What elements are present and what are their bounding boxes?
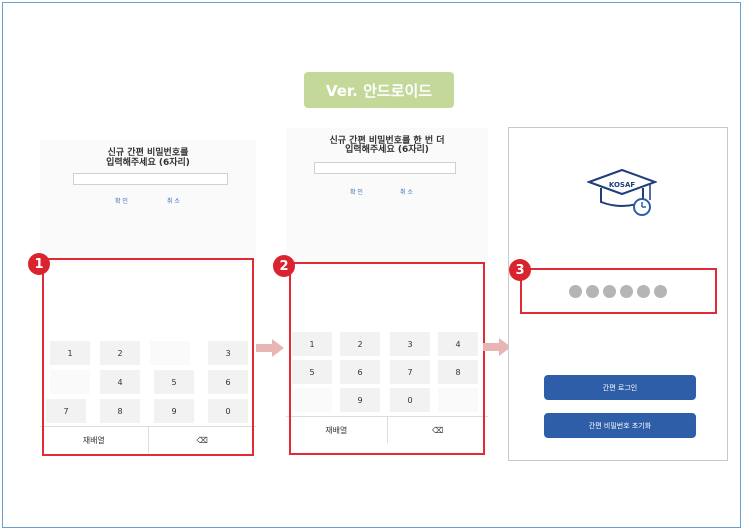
kosaf-logo-icon: KOSAF (587, 168, 657, 216)
cancel-button[interactable]: 취 소 (167, 196, 180, 205)
prompt-line-2: 입력해주세요 (6자리) (106, 158, 190, 168)
step-marker-1: 1 (28, 253, 50, 275)
highlight-box-3 (520, 268, 717, 314)
step-marker-2: 2 (273, 255, 295, 277)
prompt-line-1: 신규 간편 비밀번호를 (107, 148, 189, 158)
confirm-button[interactable]: 확 인 (115, 196, 128, 205)
simple-login-button[interactable]: 간편 로그인 (544, 375, 696, 400)
pin-input[interactable] (73, 173, 228, 185)
prompt-line-2: 입력해주세요 (6자리) (345, 145, 429, 155)
cancel-button[interactable]: 취 소 (400, 187, 413, 196)
highlight-box-2 (289, 262, 485, 455)
reset-pin-button[interactable]: 간편 비밀번호 초기화 (544, 413, 696, 438)
confirm-button[interactable]: 확 인 (350, 187, 363, 196)
arrow-right-icon (483, 338, 511, 356)
step-marker-3: 3 (509, 259, 531, 281)
highlight-box-1 (42, 258, 254, 456)
pin-input[interactable] (314, 162, 456, 174)
logo-text: KOSAF (609, 181, 636, 189)
version-badge: Ver. 안드로이드 (304, 72, 454, 108)
arrow-right-icon (256, 339, 284, 357)
